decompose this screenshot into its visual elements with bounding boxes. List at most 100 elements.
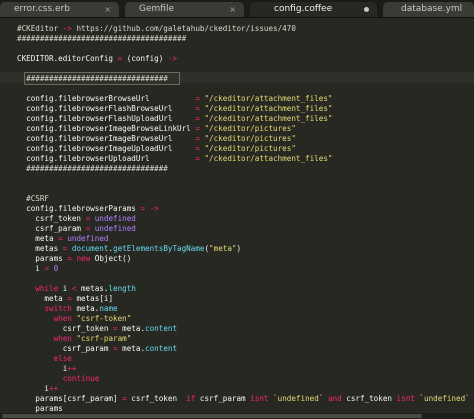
code-line: i = 0 <box>17 264 474 274</box>
code-token: content <box>145 344 178 353</box>
code-token: name <box>99 304 118 313</box>
code-token: params <box>17 254 68 263</box>
code-token: i <box>17 364 68 373</box>
code-token: csrf_param <box>17 224 86 233</box>
code-line: #CSRF <box>17 194 474 204</box>
code-token: config.filebrowserUploadUrl <box>17 154 196 163</box>
code-token: #CSRF <box>17 194 50 203</box>
code-token: "csrf-param" <box>76 334 132 343</box>
code-token: (config) <box>122 54 168 63</box>
code-token: i <box>17 384 50 393</box>
code-token: getElementsByTagName <box>113 244 205 253</box>
code-line: csrf_token = undefined <box>17 214 474 224</box>
code-line: config.filebrowserImageBrowseUrl = "/cke… <box>17 134 474 144</box>
close-icon[interactable]: × <box>229 2 236 17</box>
tab-error-css-erb[interactable]: error.css.erb × <box>0 2 119 17</box>
code-token: i <box>17 264 45 273</box>
code-token: csrf_token <box>17 324 114 333</box>
code-token: continue <box>62 374 100 383</box>
code-token: undefined <box>94 214 136 223</box>
code-token: ##################################### <box>17 34 187 43</box>
code-token: isnt <box>396 394 415 403</box>
code-token: meta <box>17 294 68 303</box>
code-token: content <box>145 324 178 333</box>
code-token: ++ <box>67 364 77 373</box>
code-token: "/ckeditor/attachment_files" <box>199 114 333 123</box>
code-line: while i < metas.length <box>17 284 474 294</box>
code-token: metas[i] <box>71 294 114 303</box>
code-line: csrf_param = undefined <box>17 224 474 234</box>
code-token: "csrf-token" <box>76 314 132 323</box>
code-line: when "csrf-token" <box>17 314 474 324</box>
code-line: config.filebrowserBrowseUrl = "/ckeditor… <box>17 94 474 104</box>
code-token: meta. <box>117 344 146 353</box>
code-token: config.filebrowserBrowseUrl <box>17 94 196 103</box>
tab-label: database.yml <box>401 4 463 14</box>
code-token: -> <box>62 24 72 33</box>
code-token: new <box>76 254 91 263</box>
code-editor[interactable]: #CKEditor -> https://github.com/galetahu… <box>0 19 474 419</box>
code-token: config.filebrowserImageBrowseLinkUrl <box>17 124 196 133</box>
code-token: Object() <box>90 254 132 263</box>
code-line: i++ <box>17 364 474 374</box>
code-token: switch <box>44 304 72 313</box>
code-token: https://github.com/galetahub/ckeditor/is… <box>71 24 296 33</box>
code-token: metas <box>17 244 63 253</box>
code-token: isnt <box>250 394 269 403</box>
code-token: params[csrf_param] <box>17 394 123 403</box>
code-token: config.filebrowserFlashBrowseUrl <box>17 104 196 113</box>
horizontal-scrollbar[interactable] <box>0 413 474 419</box>
code-token: config.filebrowserFlashUploadUrl <box>17 114 196 123</box>
code-token: length <box>108 284 136 293</box>
code-line: meta = undefined <box>17 234 474 244</box>
tab-gemfile[interactable]: Gemfile × <box>125 2 244 17</box>
code-line: meta = metas[i] <box>17 294 474 304</box>
code-token: "meta" <box>209 244 237 253</box>
code-line: params[csrf_param] = csrf_token if csrf_… <box>17 394 474 404</box>
code-token: undefined <box>94 224 136 233</box>
code-token: csrf_param <box>17 344 114 353</box>
code-token: -> <box>149 204 159 213</box>
tab-label: error.css.erb <box>14 4 70 14</box>
code-token: csrf_token <box>341 394 397 403</box>
code-token: ############################### <box>17 74 168 83</box>
code-token: if <box>186 394 196 403</box>
code-token: `undefined` <box>273 394 324 403</box>
code-token: metas. <box>76 284 109 293</box>
tab-bar: error.css.erb × Gemfile × config.coffee … <box>0 0 474 18</box>
code-token: csrf_token <box>126 394 187 403</box>
tab-label: Gemfile <box>139 4 174 14</box>
code-line: ############################### <box>17 164 474 174</box>
code-token: config.filebrowserImageBrowseUrl <box>17 134 196 143</box>
code-line: config.filebrowserFlashBrowseUrl = "/cke… <box>17 104 474 114</box>
code-token: else <box>53 354 72 363</box>
code-token: and <box>327 394 342 403</box>
code-token: while <box>35 284 59 293</box>
tab-database-yml[interactable]: database.yml <box>383 2 474 17</box>
close-icon[interactable]: × <box>104 2 111 17</box>
code-line: ############################### <box>17 74 474 84</box>
code-token: #CKEditor <box>17 24 63 33</box>
code-line: else <box>17 354 474 364</box>
scrollbar-thumb[interactable] <box>2 414 422 418</box>
code-token: meta <box>17 234 59 243</box>
code-line: ##################################### <box>17 34 474 44</box>
code-token: meta. <box>117 324 146 333</box>
code-token: `undefined` <box>419 394 470 403</box>
code-token: when <box>53 334 72 343</box>
code-token: params <box>17 404 63 413</box>
unsaved-dot-icon[interactable] <box>364 7 369 12</box>
code-line: config.filebrowserFlashUploadUrl = "/cke… <box>17 114 474 124</box>
tab-config-coffee[interactable]: config.coffee <box>250 2 377 17</box>
